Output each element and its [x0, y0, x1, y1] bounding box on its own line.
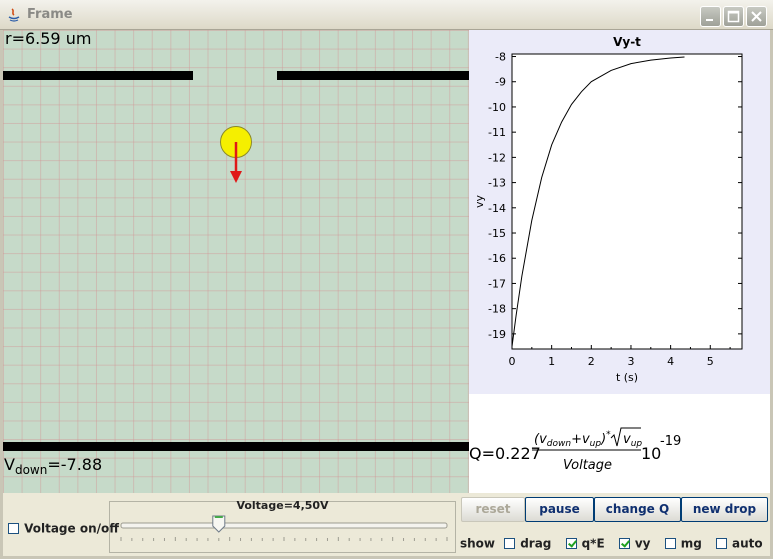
formula-plus: +v — [571, 432, 590, 447]
minimize-icon — [706, 19, 713, 21]
slider-ticks — [120, 537, 448, 541]
chart-x-tick-label: 1 — [548, 355, 555, 368]
chart-x-tick-label: 4 — [667, 355, 674, 368]
chart-y-tick-label: -11 — [488, 126, 506, 139]
vdown-readout: Vdown=-7.88 — [4, 455, 102, 477]
simulation-area: r=6.59 um Vdown=-7.88 — [3, 30, 469, 493]
drag-label: drag — [520, 536, 552, 551]
maximize-icon — [727, 10, 740, 23]
chart-y-tick-label: -15 — [488, 227, 506, 240]
charge-formula: Q=0.227 (vdown+vup)* vup Voltage 10 -19 — [469, 394, 770, 493]
mg-checkbox[interactable] — [664, 538, 676, 549]
voltage-slider-group: Voltage=4,50V — [109, 499, 456, 553]
formula-exponent: -19 — [660, 434, 681, 449]
vdown-value: =-7.88 — [47, 455, 103, 474]
show-label: show — [460, 536, 496, 551]
chart-y-axis-label: vy — [473, 195, 486, 209]
vy-checkbox[interactable] — [618, 538, 630, 549]
auto-checkbox[interactable] — [715, 538, 727, 549]
close-icon — [751, 11, 762, 22]
close-button[interactable] — [746, 6, 767, 27]
chart-x-tick-label: 5 — [707, 355, 714, 368]
formula-svg: Q=0.227 (vdown+vup)* vup Voltage 10 -19 — [469, 427, 681, 473]
chart-y-tick-label: -9 — [495, 76, 506, 89]
qe-checkbox[interactable] — [565, 538, 577, 549]
top-plate-right — [277, 71, 469, 80]
chart-y-tick-label: -12 — [488, 151, 506, 164]
java-app-icon — [8, 8, 20, 22]
new-drop-button[interactable]: new drop — [681, 497, 768, 522]
formula-vup-sub: up — [590, 439, 602, 449]
chart-x-tick-label: 0 — [509, 355, 516, 368]
qe-label: q*E — [581, 536, 605, 551]
oil-drop — [220, 126, 252, 183]
slider-thumb[interactable] — [212, 515, 226, 533]
reset-button[interactable]: reset — [461, 497, 525, 522]
formula-sqrt-content: vup — [623, 432, 642, 449]
chart-y-tick-label: -13 — [488, 177, 506, 190]
show-options: show drag q*E vy mg auto — [460, 533, 773, 552]
formula-ten: 10 — [641, 444, 661, 463]
slider-track — [120, 522, 448, 529]
change-q-button[interactable]: change Q — [594, 497, 681, 522]
voltage-toggle[interactable]: Voltage on/off — [8, 518, 119, 537]
vdown-subscript: down — [14, 463, 48, 478]
chart-plot-area — [511, 53, 743, 350]
voltage-slider[interactable] — [110, 502, 455, 552]
chart-y-tick-label: -10 — [488, 101, 506, 114]
chart-y-tick-label: -18 — [488, 303, 506, 316]
title-bar: Frame — [0, 0, 773, 30]
chart-x-axis-label: t (s) — [616, 371, 638, 384]
window-title: Frame — [27, 7, 73, 22]
mg-label: mg — [680, 536, 702, 551]
chart-y-tick-label: -16 — [488, 252, 506, 265]
formula-star: * — [606, 430, 611, 440]
chart-x-tick-label: 3 — [627, 355, 634, 368]
auto-label: auto — [731, 536, 763, 551]
formula-prefix: Q=0.227 — [469, 444, 541, 463]
vdown-prefix: V — [4, 455, 15, 474]
control-panel: Voltage on/off Voltage=4,50V reset pause… — [3, 493, 770, 556]
top-plate-left — [3, 71, 193, 80]
formula-open: (v — [534, 432, 547, 447]
vy-t-chart: Vy-t 0 1 2 3 4 5 -8 -9 -10 -11 -12 -13 -14 -15 -16 -17 -1… — [473, 35, 743, 384]
bottom-plate — [3, 442, 469, 451]
formula-numerator: (vdown+vup)* — [534, 430, 611, 449]
voltage-toggle-label: Voltage on/off — [24, 521, 119, 536]
radius-label: r=6.59 um — [5, 30, 92, 48]
pause-button[interactable]: pause — [525, 497, 594, 522]
chart-y-tick-label: -17 — [488, 277, 506, 290]
formula-vdown-sub: down — [547, 439, 572, 449]
voltage-toggle-checkbox[interactable] — [8, 523, 19, 534]
chart-x-tick-label: 2 — [588, 355, 595, 368]
vy-t-chart-panel: Vy-t 0 1 2 3 4 5 -8 -9 -10 -11 -12 -13 -14 -15 -16 -17 -1… — [469, 30, 770, 394]
minimize-button[interactable] — [700, 6, 721, 27]
vy-label: vy — [634, 536, 651, 551]
right-panel: Vy-t 0 1 2 3 4 5 -8 -9 -10 -11 -12 -13 -14 -15 -16 -17 -1… — [469, 30, 770, 493]
chart-title: Vy-t — [613, 35, 641, 49]
formula-denominator: Voltage — [563, 458, 612, 473]
maximize-button[interactable] — [723, 6, 744, 27]
chart-y-tick-label: -8 — [495, 51, 506, 64]
chart-y-tick-label: -19 — [488, 328, 506, 341]
drag-checkbox[interactable] — [504, 538, 516, 549]
force-arrow-head — [230, 171, 242, 183]
chart-y-tick-label: -14 — [488, 202, 506, 215]
